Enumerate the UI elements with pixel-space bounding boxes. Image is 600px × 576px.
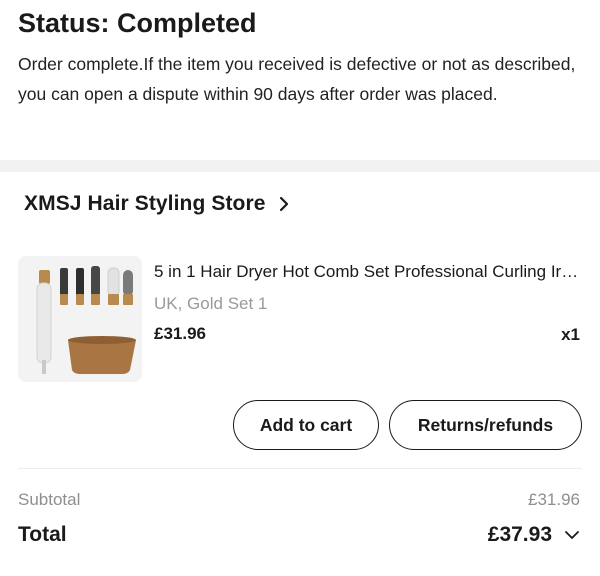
chevron-right-icon	[279, 196, 288, 212]
hair-dryer-set-image	[18, 256, 142, 382]
store-name: XMSJ Hair Styling Store	[24, 192, 266, 215]
product-variant: UK, Gold Set 1	[154, 294, 268, 313]
subtotal-value: £31.96	[528, 490, 580, 509]
order-status-section: Status: Completed Order complete.If the …	[0, 0, 600, 160]
total-value: £37.93	[487, 523, 552, 546]
total-label: Total	[18, 523, 67, 546]
subtotal-label: Subtotal	[18, 490, 81, 509]
returns-refunds-button[interactable]: Returns/refunds	[389, 400, 582, 450]
product-price: £31.96	[154, 324, 206, 343]
section-divider	[0, 160, 600, 172]
product-title[interactable]: 5 in 1 Hair Dryer Hot Comb Set Professio…	[154, 260, 584, 284]
status-description: Order complete.If the item you received …	[18, 54, 576, 104]
add-to-cart-button[interactable]: Add to cart	[233, 400, 379, 450]
store-link[interactable]: XMSJ Hair Styling Store	[24, 192, 290, 216]
summary-divider	[18, 468, 582, 469]
chevron-down-icon	[565, 531, 579, 539]
product-quantity: x1	[561, 325, 580, 344]
total-expand-toggle[interactable]: £37.93	[488, 523, 580, 547]
status-title: Status: Completed	[18, 8, 257, 38]
product-image[interactable]	[18, 256, 142, 382]
